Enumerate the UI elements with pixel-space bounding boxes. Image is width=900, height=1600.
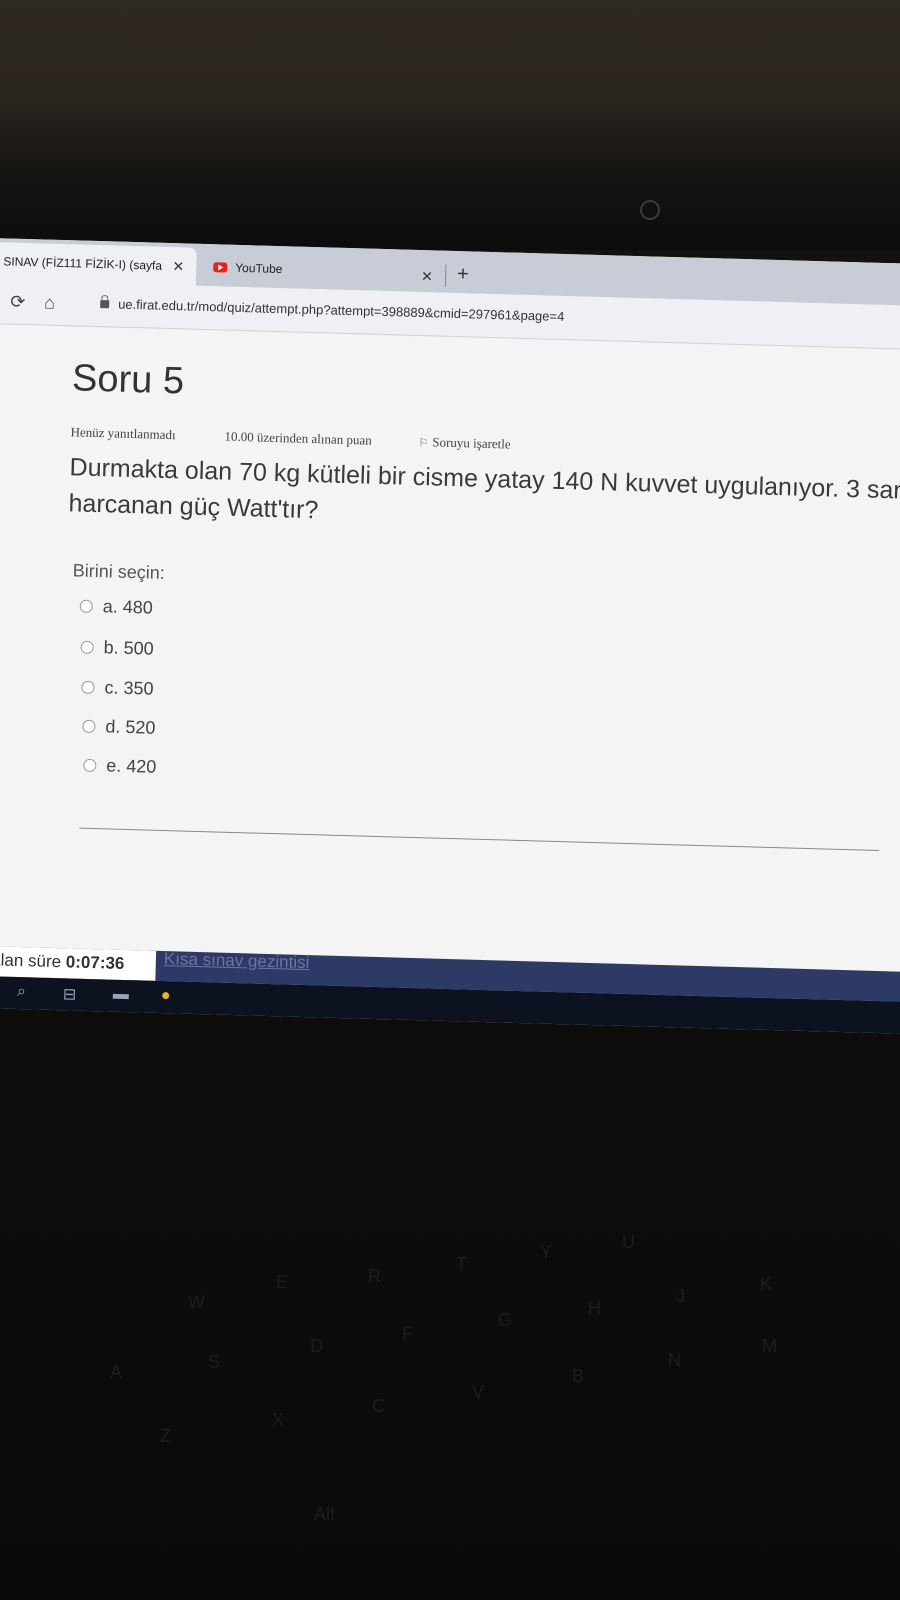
laptop-screen: SINAV (FİZ111 FİZİK-I) (sayfa ✕ YouTube … — [0, 238, 900, 1034]
keyboard-key: U — [622, 1232, 635, 1252]
new-tab-button[interactable]: + — [457, 263, 469, 286]
keyboard-key: M — [762, 1336, 777, 1356]
tab-separator — [444, 264, 447, 287]
flag-question-link[interactable]: ⚐ Soruyu işaretle — [418, 434, 511, 453]
keyboard-key: H — [588, 1298, 601, 1318]
quiz-navigation-link[interactable]: Kısa sınav gezintisi — [164, 949, 310, 973]
home-icon[interactable]: ⌂ — [44, 292, 55, 313]
flag-question-label: Soruyu işaretle — [432, 434, 511, 452]
keyboard-key: J — [676, 1286, 685, 1306]
option-a[interactable]: a. 480 — [79, 596, 153, 619]
question-status: Henüz yanıtlanmadı — [70, 424, 176, 443]
keyboard-key: Alt — [314, 1504, 336, 1524]
option-c[interactable]: c. 350 — [81, 677, 154, 700]
tab-quiz-label: SINAV (FİZ111 FİZİK-I) (sayfa — [3, 254, 163, 273]
question-points: 10.00 üzerinden alınan puan — [224, 428, 373, 448]
radio-button[interactable] — [79, 599, 93, 613]
keyboard-key: T — [456, 1254, 467, 1274]
keyboard-key: E — [276, 1272, 289, 1292]
reload-icon[interactable]: ⟳ — [10, 292, 26, 313]
timer-label: Kalan süre — [0, 949, 62, 972]
address-bar[interactable]: ue.firat.edu.tr/mod/quiz/attempt.php?att… — [118, 297, 565, 324]
youtube-icon — [213, 262, 228, 273]
option-d[interactable]: d. 520 — [82, 716, 156, 739]
close-icon[interactable]: ✕ — [421, 268, 433, 285]
keyboard-key: W — [188, 1292, 205, 1312]
search-icon[interactable]: ⌕ — [17, 983, 26, 1001]
choose-label: Birini seçin: — [72, 560, 166, 583]
remaining-time: Kalan süre 0:07:36 — [0, 945, 157, 981]
timer-value: 0:07:36 — [65, 952, 125, 973]
question-title: Soru 5 — [71, 357, 185, 403]
option-label: a. 480 — [102, 596, 154, 618]
option-label: e. 420 — [106, 755, 157, 777]
radio-button[interactable] — [81, 680, 95, 695]
keyboard-key: Z — [160, 1426, 171, 1446]
keyboard-key: X — [272, 1410, 285, 1430]
tab-quiz[interactable]: SINAV (FİZ111 FİZİK-I) (sayfa ✕ — [0, 241, 197, 286]
laptop-bezel — [0, 0, 900, 250]
chrome-icon[interactable]: ● — [161, 987, 171, 1005]
tab-youtube[interactable]: YouTube — [201, 248, 442, 293]
keyboard-key: R — [368, 1266, 381, 1286]
keyboard-key: V — [472, 1382, 485, 1402]
radio-button[interactable] — [80, 640, 94, 654]
quiz-page: Soru 5 Henüz yanıtlanmadı 10.00 üzerinde… — [0, 324, 900, 971]
option-e[interactable]: e. 420 — [83, 755, 157, 778]
divider — [79, 827, 880, 852]
keyboard-key: S — [208, 1352, 221, 1372]
keyboard-key: F — [402, 1324, 413, 1344]
keyboard-key: G — [498, 1310, 513, 1330]
radio-button[interactable] — [82, 719, 96, 734]
file-explorer-icon[interactable]: ▬ — [113, 986, 129, 1004]
keyboard-key: B — [572, 1366, 585, 1386]
keyboard-key: D — [310, 1336, 323, 1356]
keyboard-key: C — [372, 1396, 385, 1416]
option-b[interactable]: b. 500 — [80, 637, 154, 660]
task-view-icon[interactable]: ⊟ — [63, 984, 77, 1004]
webcam — [640, 200, 660, 220]
option-label: c. 350 — [104, 677, 154, 699]
keyboard-key: A — [110, 1362, 123, 1382]
keyboard-key: N — [668, 1350, 681, 1370]
option-label: d. 520 — [105, 716, 156, 738]
flag-icon: ⚐ — [418, 436, 429, 450]
radio-button[interactable] — [83, 758, 97, 773]
option-label: b. 500 — [103, 637, 154, 659]
keyboard-key: Y — [540, 1242, 553, 1262]
lock-icon[interactable] — [100, 300, 110, 309]
tab-youtube-label: YouTube — [235, 260, 283, 277]
keyboard-key: K — [760, 1274, 773, 1294]
close-icon[interactable]: ✕ — [172, 258, 184, 275]
question-text: Durmakta olan 70 kg kütleli bir cisme ya… — [68, 449, 900, 546]
keyboard: W E R T Y U A S D F G H J K Z X C V B N … — [0, 1010, 900, 1600]
